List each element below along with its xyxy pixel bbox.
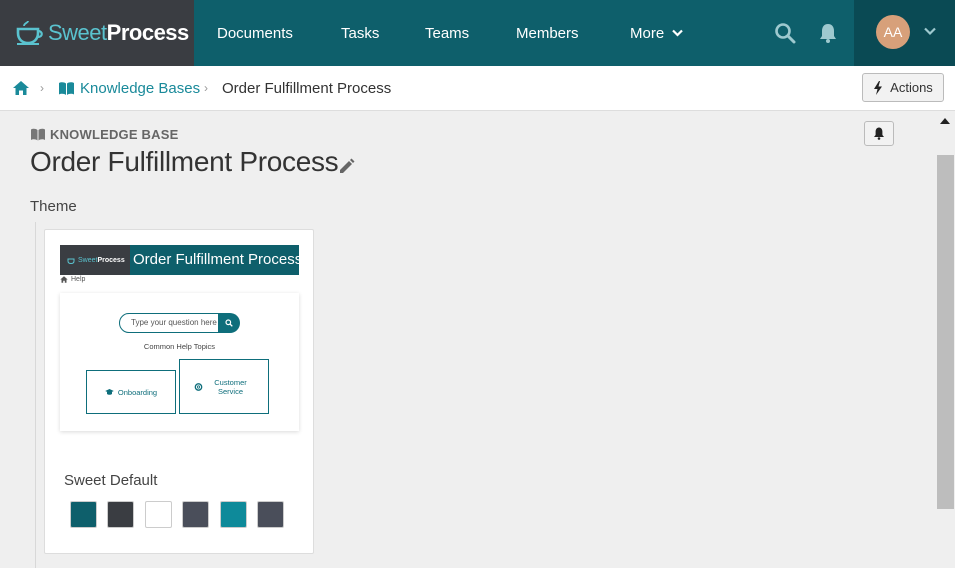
- theme-card-sweet-default[interactable]: Sweet Process Order Fulfillment Process H…: [44, 229, 314, 554]
- color-swatch-white[interactable]: [145, 501, 172, 528]
- book-open-icon: [59, 82, 74, 95]
- breadcrumb: › Knowledge Bases › Order Fulfillment Pr…: [0, 66, 955, 111]
- subscribe-button[interactable]: [864, 121, 894, 146]
- nav-label: Documents: [217, 24, 293, 42]
- graduation-cap-icon: [105, 389, 114, 395]
- preview-crumb-label: Help: [71, 276, 86, 283]
- book-open-icon: [31, 128, 45, 141]
- breadcrumb-label: Knowledge Bases: [80, 80, 201, 97]
- chevron-down-icon: [672, 29, 683, 37]
- topic-label: Customer Service: [214, 377, 247, 396]
- breadcrumb-knowledge-bases[interactable]: Knowledge Bases: [58, 80, 200, 97]
- topic-label: Onboarding: [117, 387, 158, 397]
- actions-button[interactable]: Actions: [862, 73, 944, 102]
- theme-preview-header: Sweet Process Order Fulfillment Process: [60, 245, 303, 275]
- color-swatch-primary[interactable]: [70, 501, 97, 528]
- teacup-icon: [16, 20, 43, 45]
- preview-title: Order Fulfillment Process: [133, 251, 303, 268]
- preview-logo: Sweet Process: [60, 245, 130, 275]
- lifering-icon: [194, 382, 202, 391]
- section-label: KNOWLEDGE BASE: [30, 127, 178, 142]
- avatar[interactable]: AA: [876, 15, 910, 49]
- theme-name: Sweet Default: [64, 472, 158, 489]
- nav-more[interactable]: More: [630, 0, 683, 66]
- top-navbar: Sweet Process Documents Tasks Teams Membe…: [0, 0, 955, 66]
- nav-label: More: [630, 24, 665, 42]
- bolt-icon: [874, 80, 883, 95]
- color-swatch-dark[interactable]: [107, 501, 134, 528]
- preview-search-button: [218, 313, 240, 333]
- color-swatch-gray[interactable]: [182, 501, 209, 528]
- nav-teams[interactable]: Teams: [425, 0, 469, 66]
- scrollbar-thumb[interactable]: [937, 155, 954, 509]
- pencil-icon[interactable]: [338, 158, 355, 175]
- bell-icon[interactable]: [817, 22, 839, 44]
- nav-label: Teams: [425, 24, 470, 42]
- preview-topic-onboarding: Onboarding: [86, 370, 176, 414]
- color-swatch-slate[interactable]: [257, 501, 284, 528]
- nav-label: Members: [516, 24, 579, 42]
- page-title: Order Fulfillment Process: [30, 146, 339, 177]
- nav-label: Tasks: [341, 24, 380, 42]
- nav-documents[interactable]: Documents: [217, 0, 293, 66]
- app-logo[interactable]: Sweet Process: [0, 0, 194, 66]
- preview-topics-heading: Common Help Topics: [143, 342, 216, 351]
- nav-members[interactable]: Members: [516, 0, 579, 66]
- search-icon: [225, 319, 233, 327]
- theme-preview-body: Type your question here Common Help Topi…: [60, 293, 299, 431]
- color-swatch-accent[interactable]: [220, 501, 247, 528]
- preview-topic-customer-service: Customer Service: [179, 359, 269, 414]
- home-icon[interactable]: [12, 80, 30, 96]
- preview-logo-sweet: Sweet: [78, 256, 98, 264]
- preview-search-input: Type your question here: [119, 313, 220, 333]
- chevron-down-icon[interactable]: [923, 24, 937, 38]
- preview-breadcrumb: Help: [60, 276, 85, 283]
- actions-label: Actions: [890, 80, 933, 95]
- bell-icon: [874, 127, 884, 140]
- theme-label: Theme: [30, 198, 77, 215]
- theme-divider: [35, 222, 36, 568]
- logo-process-text: Process: [106, 20, 190, 45]
- preview-logo-process: Process: [97, 256, 125, 264]
- scroll-up-arrow[interactable]: [940, 118, 950, 124]
- teacup-icon: [67, 258, 75, 264]
- chevron-right-icon: ›: [40, 81, 44, 95]
- home-icon: [60, 276, 68, 283]
- logo-sweet-text: Sweet: [48, 20, 107, 45]
- search-icon[interactable]: [774, 22, 796, 44]
- nav-tasks[interactable]: Tasks: [341, 0, 379, 66]
- section-label-text: KNOWLEDGE BASE: [50, 127, 179, 142]
- chevron-right-icon: ›: [204, 81, 208, 95]
- user-menu[interactable]: AA: [854, 0, 955, 66]
- breadcrumb-current: Order Fulfillment Process: [222, 80, 392, 97]
